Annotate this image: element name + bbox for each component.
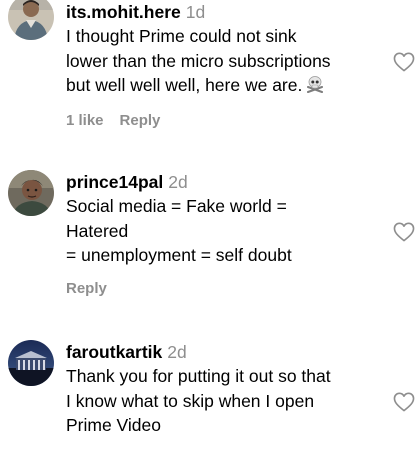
heart-outline-icon[interactable]	[393, 392, 415, 412]
comment-header: prince14pal 2d	[66, 170, 384, 194]
heart-outline-icon[interactable]	[393, 222, 415, 242]
comment-text: Thank you for putting it out so that	[66, 366, 331, 386]
likes-count[interactable]: 1 like	[66, 112, 104, 129]
heart-outline-icon[interactable]	[393, 52, 415, 72]
comment-text: = unemployment = self doubt	[66, 245, 292, 265]
comment-text: I thought Prime could not sink	[66, 26, 297, 46]
timestamp[interactable]: 2d	[167, 342, 186, 362]
avatar[interactable]	[8, 170, 54, 216]
comment-text: I know what to skip when I open	[66, 390, 315, 411]
reply-button[interactable]: Reply	[66, 280, 107, 297]
reply-button[interactable]: Reply	[120, 112, 161, 129]
comment-header: faroutkartik 2d	[66, 340, 384, 364]
comment-header: its.mohit.here 1d	[66, 0, 384, 24]
comment-text: Prime Video	[66, 415, 162, 435]
avatar[interactable]	[8, 0, 54, 40]
comment-text: Social media = Fake world =	[66, 196, 287, 216]
comment-text: lower than the micro subscriptions	[66, 50, 331, 71]
timestamp[interactable]: 1d	[186, 2, 205, 22]
comment-actions: Reply	[66, 280, 384, 297]
skull-and-crossbones-icon	[306, 75, 324, 100]
comment-text-last: but well well well, here we are.	[66, 73, 384, 100]
comment-actions: 1 like Reply	[66, 112, 384, 129]
comment-text: but well well well, here we are.	[66, 75, 303, 95]
username[interactable]: prince14pal	[66, 172, 163, 192]
timestamp[interactable]: 2d	[168, 172, 187, 192]
comment-text: Hatered	[66, 220, 129, 241]
username[interactable]: faroutkartik	[66, 342, 162, 362]
avatar[interactable]	[8, 340, 54, 386]
username[interactable]: its.mohit.here	[66, 2, 181, 22]
